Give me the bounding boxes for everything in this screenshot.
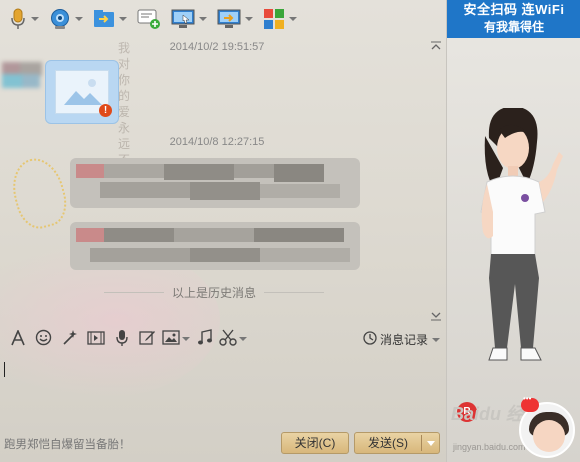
scroll-up-icon[interactable]	[430, 40, 442, 50]
side-pane: 安全扫码 连WiFi 有我靠得住 R Baidu 经验 jingyan.baid…	[446, 0, 580, 462]
remote-desktop-button[interactable]	[168, 4, 210, 34]
warning-icon: !	[99, 104, 112, 117]
emoji-icon	[35, 329, 52, 349]
chevron-down-icon	[75, 17, 83, 21]
bottom-bar: 跑男郑恺自爆留当备胎！ 关闭(C) 发送(S)	[0, 426, 446, 462]
text-cursor	[4, 362, 5, 377]
voice-icon	[115, 329, 129, 350]
divider	[264, 291, 325, 293]
history-separator: 以上是历史消息	[104, 284, 325, 300]
screen-share-button[interactable]	[214, 4, 256, 34]
chevron-down-icon	[289, 17, 297, 21]
chat-pane: 我对你的爱永远不变…	[0, 0, 446, 462]
screenshot-icon	[219, 329, 237, 349]
edit-icon	[139, 329, 156, 349]
edit-button[interactable]	[136, 327, 159, 351]
watermark-url: jingyan.baidu.com	[453, 442, 526, 452]
image-button[interactable]	[162, 327, 190, 351]
magic-wand-button[interactable]	[58, 327, 81, 351]
music-icon	[197, 329, 213, 349]
message-timestamp: 2014/10/2 19:51:57	[169, 41, 265, 53]
add-chat-icon	[137, 8, 161, 30]
user-show-figure[interactable]	[449, 106, 579, 378]
send-options-dropdown[interactable]	[421, 433, 440, 453]
emoji-button[interactable]	[32, 327, 55, 351]
send-file-icon	[93, 9, 115, 29]
chevron-down-icon	[426, 440, 435, 446]
input-toolbar: 消息记录	[0, 324, 446, 354]
image-icon	[162, 330, 180, 348]
message-area[interactable]: 2014/10/2 19:51:57 ! 2014/10/8 12:27:15	[0, 38, 446, 324]
clock-icon	[363, 331, 377, 348]
magic-wand-icon	[61, 329, 78, 349]
chevron-down-icon	[199, 17, 207, 21]
chevron-down-icon	[239, 337, 247, 341]
chevron-down-icon	[182, 337, 190, 341]
image-message[interactable]: !	[45, 60, 119, 124]
add-chat-button[interactable]	[134, 4, 164, 34]
message-input[interactable]	[0, 356, 446, 426]
divider	[104, 291, 164, 293]
scroll-down-icon[interactable]	[430, 311, 442, 321]
music-button[interactable]	[193, 327, 216, 351]
avatar[interactable]	[2, 62, 42, 92]
blurred-message-bubble[interactable]	[70, 158, 360, 208]
baidu-jingyan-watermark: R Baidu 经验 jingyan.baidu.com	[447, 394, 580, 462]
send-file-button[interactable]	[90, 4, 130, 34]
blurred-message-bubble[interactable]	[70, 222, 360, 270]
apps-icon	[263, 8, 285, 30]
close-button[interactable]: 关闭(C)	[281, 432, 349, 454]
send-button-label: 发送(S)	[368, 436, 408, 450]
message-history-label: 消息记录	[379, 333, 428, 347]
video-clip-button[interactable]	[84, 327, 107, 351]
avatar-face	[533, 420, 565, 452]
chevron-down-icon	[31, 17, 39, 21]
microphone-icon	[9, 8, 27, 30]
font-button[interactable]	[6, 327, 29, 351]
remote-desktop-icon	[171, 9, 195, 29]
wifi-ad-banner[interactable]: 安全扫码 连WiFi 有我靠得住	[447, 0, 580, 38]
video-clip-icon	[86, 330, 105, 349]
microphone-button[interactable]	[6, 4, 42, 34]
screenshot-button[interactable]	[219, 327, 247, 351]
send-button[interactable]: 发送(S)	[354, 432, 440, 454]
apps-button[interactable]	[260, 4, 300, 34]
history-separator-label: 以上是历史消息	[172, 285, 257, 300]
chevron-down-icon	[432, 337, 440, 342]
webcam-icon	[49, 8, 71, 30]
chevron-down-icon	[245, 17, 253, 21]
message-history-button[interactable]: 消息记录	[363, 331, 440, 348]
message-timestamp: 2014/10/8 12:27:15	[169, 136, 265, 148]
screen-share-icon	[217, 9, 241, 29]
chat-bubble-icon	[521, 394, 539, 412]
banner-line-1: 安全扫码 连WiFi	[463, 2, 565, 17]
news-ad-link[interactable]: 跑男郑恺自爆留当备胎！	[4, 436, 131, 452]
webcam-button[interactable]	[46, 4, 86, 34]
broken-image-icon: !	[55, 70, 112, 117]
font-icon	[10, 328, 26, 349]
top-toolbar	[0, 0, 446, 38]
banner-line-2: 有我靠得住	[483, 20, 544, 34]
voice-message-button[interactable]	[110, 327, 133, 351]
chevron-down-icon	[119, 17, 127, 21]
